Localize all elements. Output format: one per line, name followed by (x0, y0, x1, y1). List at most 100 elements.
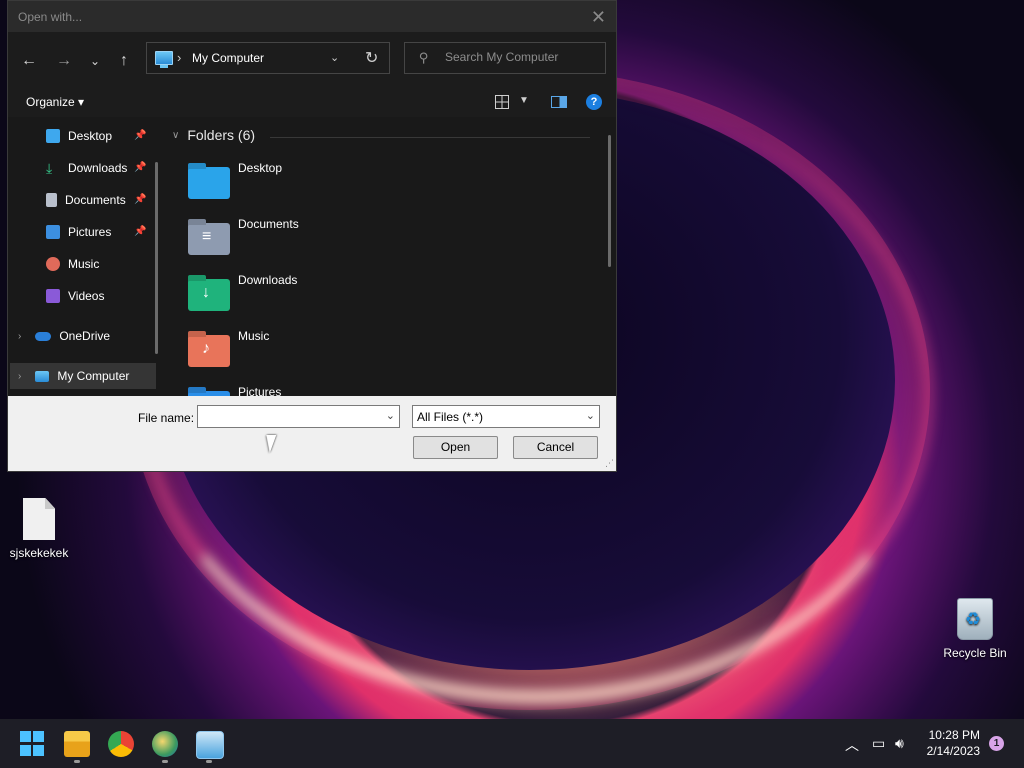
group-divider (270, 137, 590, 138)
control-panel-icon[interactable] (196, 731, 224, 759)
folder-documents[interactable]: ≡ Documents (188, 217, 488, 267)
show-hidden-icons-chevron-icon[interactable]: ︿ (845, 735, 859, 755)
pin-icon[interactable]: 📌 (134, 226, 146, 237)
pin-icon[interactable]: 📌 (134, 130, 146, 141)
search-input[interactable] (443, 49, 597, 65)
address-bar[interactable]: › My Computer ⌄ ↻ (146, 42, 390, 74)
nav-item-pictures[interactable]: Pictures (46, 219, 111, 245)
help-icon[interactable]: ? (586, 94, 602, 110)
folder-label: Desktop (238, 161, 283, 175)
collapse-chevron-icon[interactable]: ∨ (172, 130, 179, 141)
address-location[interactable]: My Computer (192, 51, 264, 65)
nav-item-music[interactable]: Music (46, 251, 99, 277)
document-icon (46, 193, 57, 207)
breadcrumb-separator-icon[interactable]: › (177, 50, 181, 65)
search-icon: ⚲ (419, 50, 429, 65)
dialog-body: Desktop 📌 ⤓ Downloads 📌 Documents 📌 Pict… (8, 117, 616, 396)
dialog-title-bar[interactable]: Open with... ✕ (8, 1, 616, 32)
computer-icon (35, 370, 50, 382)
refresh-icon[interactable]: ↻ (365, 48, 378, 68)
dialog-title: Open with... (18, 9, 83, 24)
nav-item-label: Videos (68, 289, 105, 303)
folder-label: Downloads (238, 273, 298, 287)
folder-label: Pictures (238, 385, 282, 396)
clock-date: 2/14/2023 (926, 744, 980, 758)
clock[interactable]: 10:28 PM 2/14/2023 (922, 727, 980, 759)
file-icon (23, 498, 55, 540)
navigation-scrollbar[interactable] (155, 162, 158, 354)
nav-item-label: My Computer (57, 369, 130, 383)
desktop-recycle-bin[interactable]: ♻ Recycle Bin (940, 598, 1010, 660)
pin-icon[interactable]: 📌 (134, 162, 146, 173)
nav-item-documents[interactable]: Documents (46, 187, 126, 213)
nav-item-downloads[interactable]: ⤓ Downloads (46, 155, 127, 181)
resize-grip-icon[interactable]: ⋰ (605, 458, 614, 469)
running-indicator (206, 760, 212, 763)
nav-item-label: OneDrive (59, 329, 111, 343)
start-icon[interactable] (20, 731, 46, 757)
file-type-dropdown-chevron-icon[interactable]: ⌄ (586, 409, 595, 422)
running-indicator (74, 760, 80, 763)
clock-time: 10:28 PM (928, 728, 980, 742)
open-button[interactable]: Open (413, 436, 498, 459)
running-indicator (162, 760, 168, 763)
file-type-select[interactable]: All Files (*.*) ⌄ (412, 405, 600, 428)
nav-item-label: Pictures (68, 225, 112, 239)
folder-pictures[interactable]: Pictures (188, 385, 488, 396)
music-folder-icon: ♪ (188, 335, 230, 367)
file-list-scrollbar[interactable] (608, 135, 611, 267)
back-arrow-icon[interactable]: ← (18, 51, 40, 73)
open-with-dialog: Open with... ✕ ← → ⌄ ↑ › My Computer ⌄ ↻… (7, 0, 617, 472)
recycle-bin-icon: ♻ (957, 598, 993, 640)
network-icon[interactable]: ▭ (872, 735, 885, 752)
nav-item-label: Documents (65, 193, 126, 207)
file-name-input[interactable]: ⌄ (197, 405, 400, 428)
organize-menu-button[interactable]: Organize ▾ (26, 95, 84, 109)
chrome-icon[interactable] (108, 731, 134, 757)
recycle-bin-label: Recycle Bin (943, 646, 1007, 660)
downloads-folder-icon: ↓ (188, 279, 230, 311)
search-box[interactable]: ⚲ (404, 42, 606, 74)
up-arrow-icon[interactable]: ↑ (113, 51, 135, 73)
file-name-dropdown-chevron-icon[interactable]: ⌄ (386, 409, 395, 422)
dialog-footer: File name: ⌄ All Files (*.*) ⌄ Open Canc… (8, 396, 616, 471)
change-view-icon[interactable] (495, 95, 509, 109)
file-explorer-icon[interactable] (64, 731, 90, 757)
recent-locations-chevron-icon[interactable]: ⌄ (84, 51, 106, 73)
volume-icon[interactable]: 🔊︎ (895, 735, 904, 752)
folder-music[interactable]: ♪ Music (188, 329, 488, 379)
edge-canary-icon[interactable] (152, 731, 178, 757)
folders-group-header[interactable]: ∨ Folders (6) (172, 127, 255, 143)
command-toolbar: Organize ▾ ▼ ? (8, 89, 616, 118)
file-list: ∨ Folders (6) Desktop ≡ Documents ↓ Down… (166, 117, 616, 396)
nav-item-my-computer[interactable]: › My Computer (10, 363, 156, 389)
cancel-button[interactable]: Cancel (513, 436, 598, 459)
expand-chevron-icon[interactable]: › (18, 371, 21, 382)
desktop-file-sjskekekek[interactable]: sjskekekek (5, 498, 73, 560)
folder-downloads[interactable]: ↓ Downloads (188, 273, 488, 323)
pin-icon[interactable]: 📌 (134, 194, 146, 205)
expand-chevron-icon[interactable]: › (18, 331, 21, 342)
address-dropdown-chevron-icon[interactable]: ⌄ (330, 51, 339, 64)
view-options-chevron-icon[interactable]: ▼ (519, 95, 529, 106)
navigation-pane: Desktop 📌 ⤓ Downloads 📌 Documents 📌 Pict… (8, 117, 166, 396)
desktop-folder-icon (188, 167, 230, 199)
documents-folder-icon: ≡ (188, 223, 230, 255)
desktop-icon (46, 129, 60, 143)
download-icon: ⤓ (46, 160, 53, 176)
nav-item-onedrive[interactable]: › OneDrive (18, 323, 110, 349)
notification-badge[interactable]: 1 (989, 736, 1004, 751)
desktop-file-label: sjskekekek (9, 546, 69, 560)
folder-desktop[interactable]: Desktop (188, 161, 488, 211)
nav-item-videos[interactable]: Videos (46, 283, 104, 309)
pictures-icon (46, 225, 60, 239)
nav-item-desktop[interactable]: Desktop (46, 123, 112, 149)
taskbar: ︿ ▭ 🔊︎ 10:28 PM 2/14/2023 1 (0, 719, 1024, 768)
group-title: Folders (6) (187, 127, 256, 143)
close-icon[interactable]: ✕ (591, 8, 606, 26)
navigation-row: ← → ⌄ ↑ › My Computer ⌄ ↻ ⚲ (8, 32, 616, 89)
forward-arrow-icon[interactable]: → (53, 51, 75, 73)
videos-icon (46, 289, 60, 303)
computer-icon (155, 51, 173, 68)
preview-pane-icon[interactable] (551, 96, 567, 108)
